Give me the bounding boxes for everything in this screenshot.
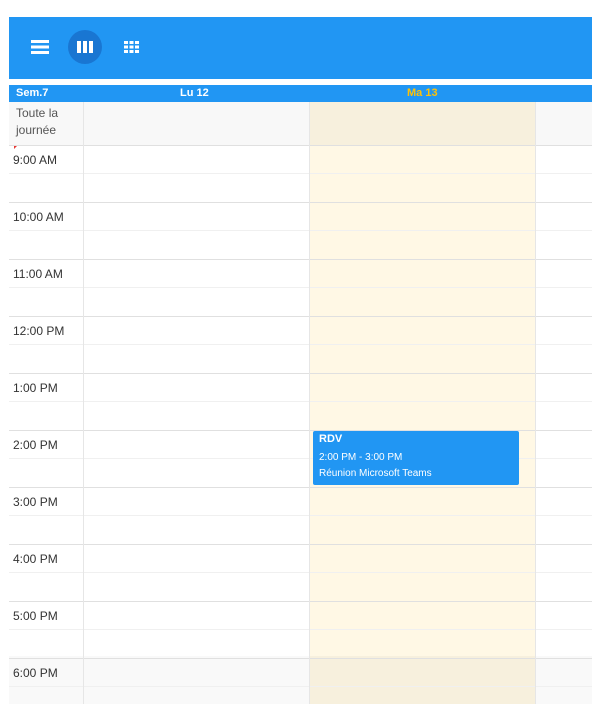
hour-gridline — [9, 316, 592, 317]
time-label: 9:00 AM — [13, 153, 58, 167]
hour-gridline — [9, 487, 592, 488]
half-hour-gridline — [9, 629, 592, 630]
list-view-icon — [31, 40, 49, 54]
column-divider — [535, 102, 536, 704]
event-subject: Réunion Microsoft Teams — [319, 468, 432, 479]
day-header-row: Sem.7 Lu 12 Ma 13 — [9, 85, 592, 102]
month-view-icon — [123, 41, 139, 53]
time-gutter-divider — [83, 102, 84, 704]
week-view-button[interactable] — [68, 30, 102, 64]
week-number-label: Sem.7 — [16, 87, 49, 99]
time-label: 5:00 PM — [13, 609, 58, 623]
column-divider — [309, 102, 310, 704]
time-label: 11:00 AM — [13, 267, 63, 281]
current-time-marker — [14, 146, 17, 149]
hour-gridline — [9, 259, 592, 260]
time-label: 1:00 PM — [13, 381, 58, 395]
hour-gridline — [9, 145, 592, 146]
time-label: 10:00 AM — [13, 210, 64, 224]
time-label: 12:00 PM — [13, 324, 65, 338]
time-label: 3:00 PM — [13, 495, 58, 509]
today-column[interactable] — [309, 102, 535, 704]
week-grid: Toute la journée 9:00 AM 10:00 AM 11:00 AM… — [9, 102, 592, 704]
time-label: 6:00 PM — [13, 666, 58, 680]
event-time-range: 2:00 PM - 3:00 PM — [319, 452, 403, 463]
day-header-tuesday[interactable]: Ma 13 — [407, 87, 438, 99]
time-label: 4:00 PM — [13, 552, 58, 566]
half-hour-gridline — [9, 287, 592, 288]
calendar-toolbar — [9, 17, 592, 79]
half-hour-gridline — [9, 344, 592, 345]
half-hour-gridline — [9, 230, 592, 231]
hour-gridline — [9, 601, 592, 602]
week-view-icon — [77, 41, 93, 53]
day-header-monday[interactable]: Lu 12 — [180, 87, 209, 99]
list-view-button[interactable] — [26, 33, 54, 61]
calendar-event[interactable]: RDV 2:00 PM - 3:00 PM Réunion Microsoft … — [313, 431, 519, 485]
half-hour-gridline — [9, 173, 592, 174]
event-title: RDV — [319, 433, 343, 445]
after-hours-band-today — [309, 656, 535, 704]
half-hour-gridline — [9, 686, 592, 687]
today-all-day-cell[interactable] — [309, 102, 535, 145]
half-hour-gridline — [9, 572, 592, 573]
half-hour-gridline — [9, 515, 592, 516]
all-day-label: Toute la journée — [16, 106, 59, 137]
hour-gridline — [9, 544, 592, 545]
hour-gridline — [9, 202, 592, 203]
month-view-button[interactable] — [117, 33, 145, 61]
hour-gridline — [9, 658, 592, 659]
time-label: 2:00 PM — [13, 438, 58, 452]
half-hour-gridline — [9, 401, 592, 402]
hour-gridline — [9, 373, 592, 374]
